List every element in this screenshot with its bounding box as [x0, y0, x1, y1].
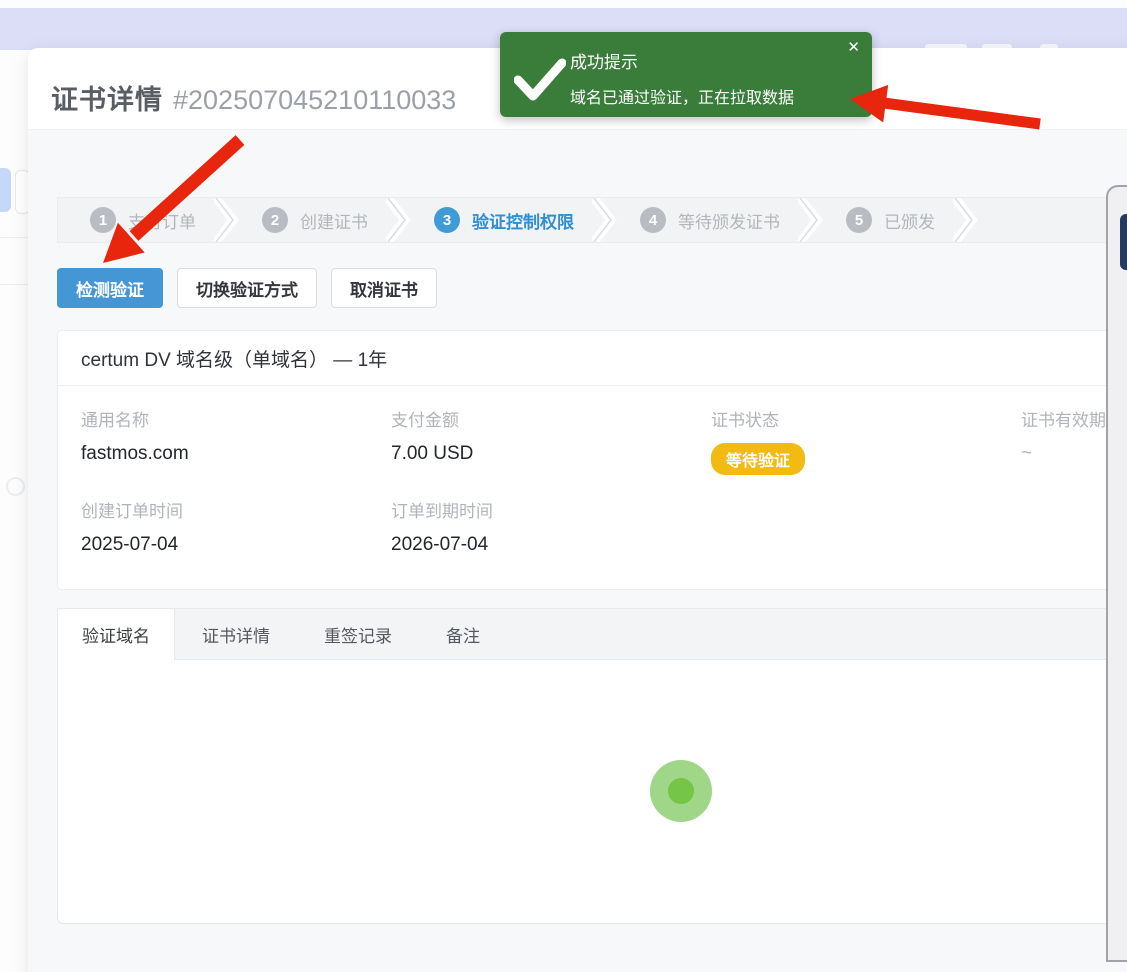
- modal-title: 证书详情: [51, 85, 163, 115]
- step-create-cert: 2 创建证书: [240, 207, 368, 233]
- action-button-row: 检测验证 切换验证方式 取消证书: [57, 268, 1127, 308]
- step-wait-issue: 4 等待颁发证书: [618, 207, 780, 233]
- background-page-artifact: [0, 168, 11, 212]
- field-common-name: 通用名称 fastmos.com: [81, 406, 391, 475]
- detail-tabs: 验证域名 证书详情 重签记录 备注: [57, 608, 1127, 660]
- toast-message: 域名已通过验证，正在拉取数据: [570, 84, 794, 108]
- chevron-separator-icon: [798, 197, 824, 243]
- certificate-detail-modal: 证书详情 #202507045210110033 1 支付订单 2 创建证书 3 …: [28, 48, 1127, 972]
- step-number-badge: 2: [262, 207, 288, 233]
- close-icon[interactable]: ✕: [847, 40, 860, 55]
- side-widget-button[interactable]: [1120, 214, 1127, 270]
- success-toast: 成功提示 域名已通过验证，正在拉取数据 ✕: [500, 32, 872, 117]
- certificate-info-card: certum DV 域名级（单域名） — 1年 通用名称 fastmos.com…: [57, 330, 1127, 590]
- switch-verification-method-button[interactable]: 切换验证方式: [177, 268, 317, 308]
- step-number-badge: 4: [640, 207, 666, 233]
- status-badge: 等待验证: [711, 443, 805, 475]
- step-issued: 5 已颁发: [824, 207, 935, 233]
- field-certificate-status: 证书状态 等待验证: [711, 406, 1021, 475]
- field-payment-amount: 支付金额 7.00 USD: [391, 406, 711, 475]
- field-order-created: 创建订单时间 2025-07-04: [81, 497, 391, 556]
- step-pay-order: 1 支付订单: [58, 207, 196, 233]
- step-verify-control: 3 验证控制权限: [412, 207, 574, 233]
- chevron-separator-icon: [214, 197, 240, 243]
- tab-resign-records[interactable]: 重签记录: [297, 608, 419, 660]
- background-page-artifact: [0, 284, 28, 285]
- tab-certificate-detail[interactable]: 证书详情: [175, 608, 297, 660]
- certificate-fields: 通用名称 fastmos.com 支付金额 7.00 USD 证书状态 等待验证…: [58, 386, 1127, 556]
- tab-verify-domain[interactable]: 验证域名: [57, 608, 175, 660]
- check-verification-button[interactable]: 检测验证: [57, 268, 163, 308]
- order-number: #202507045210110033: [173, 85, 456, 115]
- field-order-expiry: 订单到期时间 2026-07-04: [391, 497, 711, 556]
- chevron-separator-icon: [592, 197, 618, 243]
- chevron-separator-icon: [953, 197, 979, 243]
- step-number-badge: 1: [90, 207, 116, 233]
- tabs-filler: [507, 608, 1127, 660]
- check-icon: [514, 58, 566, 102]
- step-wizard: 1 支付订单 2 创建证书 3 验证控制权限 4 等待颁发证书: [57, 197, 1127, 243]
- loading-spinner-icon: [650, 760, 712, 822]
- right-floating-panel: [1106, 185, 1127, 962]
- page: 证书详情 #202507045210110033 1 支付订单 2 创建证书 3 …: [0, 0, 1127, 972]
- cancel-certificate-button[interactable]: 取消证书: [331, 268, 437, 308]
- chevron-separator-icon: [386, 197, 412, 243]
- tab-content-panel: [57, 659, 1127, 924]
- tab-remarks[interactable]: 备注: [419, 608, 507, 660]
- background-page-artifact: [0, 237, 28, 238]
- step-number-badge: 3: [434, 207, 460, 233]
- background-page-artifact: [6, 477, 25, 496]
- product-title: certum DV 域名级（单域名） — 1年: [58, 331, 1127, 386]
- toast-title: 成功提示: [570, 48, 638, 73]
- modal-body: 1 支付订单 2 创建证书 3 验证控制权限 4 等待颁发证书: [28, 130, 1127, 924]
- step-number-badge: 5: [846, 207, 872, 233]
